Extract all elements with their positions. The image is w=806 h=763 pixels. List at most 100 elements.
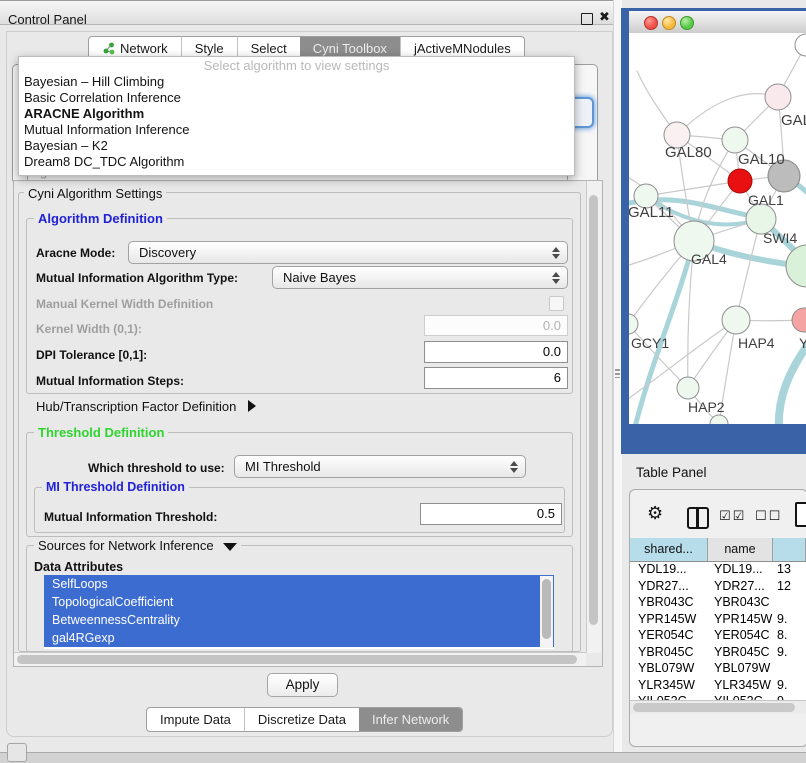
sources-toggle[interactable]: Sources for Network Inference (34, 538, 241, 553)
gear-icon[interactable]: ⚙ (647, 503, 663, 524)
stepper-arrows-icon (551, 271, 560, 285)
node-label-gal: GAL (781, 112, 806, 129)
node-pink-gal[interactable] (765, 84, 791, 110)
which-threshold-label: Which threshold to use: (88, 461, 225, 475)
attributes-scrollbar[interactable] (540, 576, 553, 648)
mi-steps-field[interactable]: 6 (424, 367, 568, 389)
hub-section-toggle[interactable]: Hub/Transcription Factor Definition (36, 399, 256, 414)
expand-right-icon[interactable] (248, 400, 256, 412)
cyni-mode-tabbar: Impute Data Discretize Data Infer Network (146, 707, 463, 732)
node-label-gal80: GAL80 (665, 144, 712, 161)
mi-algorithm-type-value: Naive Bayes (283, 270, 356, 285)
network-edge (736, 219, 761, 320)
tab-impute-data[interactable]: Impute Data (147, 708, 244, 731)
algorithm-definition-title: Algorithm Definition (34, 211, 167, 226)
splitter-grip-icon[interactable] (615, 369, 620, 378)
node-big-right[interactable] (786, 245, 806, 287)
table-cell (773, 660, 806, 677)
sources-title: Sources for Network Inference (38, 538, 214, 553)
table-scrollbar-thumb[interactable] (633, 703, 795, 712)
mi-algorithm-type-combo[interactable]: Naive Bayes (272, 266, 568, 289)
table-cell: YPR145W (630, 611, 708, 628)
column-header[interactable] (773, 538, 806, 561)
node-hap2[interactable] (677, 377, 699, 399)
table-row[interactable]: YBL079WYBL079W (630, 660, 806, 677)
table-cell: 9. (773, 644, 806, 661)
table-horizontal-scrollbar[interactable] (630, 700, 806, 714)
close-icon[interactable]: ✖ (599, 10, 610, 25)
node-label-hap2: HAP2 (688, 399, 725, 415)
close-traffic-light-icon[interactable] (644, 16, 658, 30)
algorithm-option[interactable]: Dream8 DC_TDC Algorithm (19, 154, 574, 170)
table-cell: YBL079W (708, 660, 773, 677)
tab-label: Impute Data (160, 709, 231, 731)
vertical-scrollbar[interactable] (586, 181, 601, 653)
collapse-down-icon[interactable] (223, 543, 237, 551)
minimize-traffic-light-icon[interactable] (662, 16, 676, 30)
algorithm-dropdown-popup: Select algorithm to view settings Bayesi… (18, 56, 575, 176)
document-icon[interactable] (795, 502, 806, 527)
node-hap4[interactable] (722, 306, 750, 334)
which-threshold-value: MI Threshold (245, 459, 321, 474)
table-cell: YDL19... (630, 561, 708, 578)
table-row[interactable]: YLR345WYLR345W9. (630, 677, 806, 694)
algorithm-option[interactable]: Bayesian – Hill Climbing (19, 74, 574, 90)
node-red[interactable] (728, 169, 752, 193)
attribute-item[interactable]: gal4RGexp (44, 629, 554, 647)
table-cell: YBR045C (630, 644, 708, 661)
dpi-tolerance-field[interactable]: 0.0 (424, 341, 568, 363)
algorithm-option[interactable]: Bayesian – K2 (19, 138, 574, 154)
node-salmon-right[interactable] (792, 308, 806, 332)
table-cell: YDR27... (708, 578, 773, 595)
tab-discretize-data[interactable]: Discretize Data (244, 708, 359, 731)
attribute-item[interactable]: BetweennessCentrality (44, 611, 554, 629)
kernel-width-label: Kernel Width (0,1): (36, 322, 142, 336)
bottom-left-panel-button[interactable] (7, 743, 27, 762)
attribute-item[interactable]: TopologicalCoefficient (44, 593, 554, 611)
vertical-scrollbar-thumb[interactable] (589, 195, 598, 625)
float-window-icon[interactable] (581, 13, 593, 25)
horizontal-scrollbar-thumb[interactable] (17, 655, 577, 664)
table-cell: YBR043C (630, 594, 708, 611)
horizontal-scrollbar[interactable] (14, 652, 586, 666)
column-header[interactable]: shared... (630, 538, 708, 561)
column-header[interactable]: name (708, 538, 773, 561)
unchecked-checkbox-pair-icon[interactable]: ☐☐ (755, 509, 782, 524)
tab-label: Infer Network (372, 709, 449, 731)
tab-infer-network[interactable]: Infer Network (359, 708, 462, 731)
node-gal10[interactable] (722, 127, 748, 153)
table-row[interactable]: YER054CYER054C8. (630, 627, 806, 644)
table-panel-title: Table Panel (636, 465, 707, 480)
algorithm-option[interactable]: Basic Correlation Inference (19, 90, 574, 106)
table-cell: YLR345W (630, 677, 708, 694)
which-threshold-combo[interactable]: MI Threshold (234, 455, 526, 478)
split-columns-icon[interactable] (687, 507, 709, 529)
table-row[interactable]: YBR043CYBR043C (630, 594, 806, 611)
node-bottom-partial[interactable] (710, 415, 728, 424)
table-row[interactable]: YDL19...YDL19...13 (630, 561, 806, 578)
table-cell: YBR045C (708, 644, 773, 661)
aracne-mode-combo[interactable]: Discovery (128, 241, 568, 264)
table-row[interactable]: YDR27...YDR27...12 (630, 578, 806, 595)
algorithm-option[interactable]: ARACNE Algorithm (19, 106, 574, 122)
table-row[interactable]: YPR145WYPR145W9. (630, 611, 806, 628)
attributes-scrollbar-thumb[interactable] (542, 579, 551, 639)
node-gcy1[interactable] (629, 314, 638, 334)
table-cell: 8. (773, 627, 806, 644)
mi-threshold-field[interactable]: 0.5 (420, 503, 562, 525)
apply-button[interactable]: Apply (267, 673, 338, 697)
network-edge (646, 181, 740, 196)
algorithm-option[interactable]: Mutual Information Inference (19, 122, 574, 138)
node-top-right-partial[interactable] (795, 34, 806, 56)
manual-kernel-width-checkbox[interactable] (549, 296, 564, 311)
kernel-width-field[interactable]: 0.0 (424, 315, 568, 336)
checked-checkbox-pair-icon[interactable]: ☑☑ (719, 509, 746, 524)
zoom-traffic-light-icon[interactable] (680, 16, 694, 30)
node-label-hap4: HAP4 (738, 335, 775, 351)
aracne-mode-label: Aracne Mode: (36, 246, 115, 260)
attribute-item[interactable]: SelfLoops (44, 575, 554, 593)
table-cell: YDL19... (708, 561, 773, 578)
table-cell: 13 (773, 561, 806, 578)
table-row[interactable]: YBR045CYBR045C9. (630, 644, 806, 661)
network-canvas[interactable]: GALGAL80GAL10GAL1GAL11SWI4GAL4GCY1HAP4YH… (629, 33, 806, 424)
